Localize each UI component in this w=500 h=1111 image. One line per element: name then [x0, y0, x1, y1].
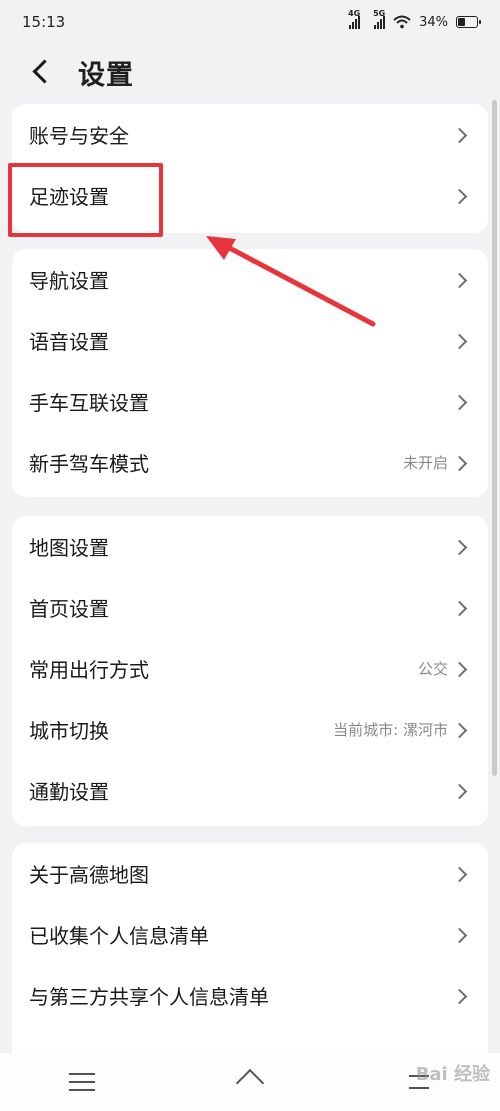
settings-group-about: 关于高德地图 已收集个人信息清单 与第三方共享个人信息清单 [12, 843, 488, 1073]
chevron-right-icon [454, 928, 468, 942]
settings-item-label: 新手驾车模式 [29, 452, 149, 476]
settings-item-label: 手车互联设置 [29, 391, 149, 415]
settings-item-voice[interactable]: 语音设置 [12, 310, 488, 371]
settings-item-navigation[interactable]: 导航设置 [12, 249, 488, 310]
settings-item-label: 已收集个人信息清单 [29, 924, 209, 948]
settings-item-label: 导航设置 [29, 269, 109, 293]
chevron-right-icon [454, 273, 468, 287]
menu-icon[interactable] [69, 1073, 96, 1091]
chevron-right-icon [454, 601, 468, 615]
settings-item-novice-driving[interactable]: 新手驾车模式 未开启 [12, 432, 488, 493]
signal-5g-icon: 5G [373, 9, 385, 29]
settings-group-map: 地图设置 首页设置 常用出行方式 公交 城市切换 当前城市: 漯河市 通勤设置 [12, 516, 488, 826]
chevron-right-icon [454, 456, 468, 470]
settings-item-label: 语音设置 [29, 330, 109, 354]
settings-item-about[interactable]: 关于高德地图 [12, 843, 488, 904]
wifi-icon [393, 15, 411, 29]
settings-item-map[interactable]: 地图设置 [12, 516, 488, 577]
settings-item-label: 首页设置 [29, 597, 109, 621]
watermark: Bai 经验 [415, 1064, 490, 1085]
settings-item-label: 通勤设置 [29, 780, 109, 804]
battery-icon [456, 16, 481, 28]
settings-item-travel-mode[interactable]: 常用出行方式 公交 [12, 638, 488, 699]
settings-item-car-link[interactable]: 手车互联设置 [12, 371, 488, 432]
settings-item-value: 公交 [417, 660, 448, 678]
battery-percent: 34% [419, 14, 448, 30]
settings-item-value: 未开启 [402, 454, 448, 472]
chevron-right-icon [454, 867, 468, 881]
settings-group-navigation: 导航设置 语音设置 手车互联设置 新手驾车模式 未开启 [12, 249, 488, 497]
settings-item-collected-info[interactable]: 已收集个人信息清单 [12, 904, 488, 965]
back-arrow-icon[interactable] [28, 58, 56, 86]
chevron-right-icon [454, 540, 468, 554]
chevron-right-icon [454, 189, 468, 203]
settings-item-commute[interactable]: 通勤设置 [12, 760, 488, 821]
network-type-label: 5G [373, 9, 386, 18]
highlight-box [8, 163, 163, 237]
settings-item-label: 城市切换 [29, 719, 109, 743]
settings-item-account-security[interactable]: 账号与安全 [12, 104, 488, 165]
status-time: 15:13 [22, 13, 66, 31]
settings-item-label: 关于高德地图 [29, 863, 149, 887]
network-type-label: 4G [348, 9, 361, 18]
settings-item-value: 当前城市: 漯河市 [333, 721, 448, 739]
home-icon[interactable] [234, 1069, 266, 1095]
chevron-right-icon [454, 395, 468, 409]
settings-item-label: 与第三方共享个人信息清单 [29, 985, 269, 1009]
chevron-right-icon [454, 662, 468, 676]
chevron-right-icon [454, 723, 468, 737]
chevron-right-icon [454, 784, 468, 798]
chevron-right-icon [454, 128, 468, 142]
chevron-right-icon [454, 334, 468, 348]
page-title: 设置 [78, 59, 134, 91]
scrollbar[interactable] [492, 100, 497, 776]
status-icons: 4G 5G 34% [348, 9, 481, 30]
settings-item-city-switch[interactable]: 城市切换 当前城市: 漯河市 [12, 699, 488, 760]
settings-item-label: 常用出行方式 [29, 658, 149, 682]
settings-item-label: 账号与安全 [29, 124, 129, 148]
settings-item-third-party-info[interactable]: 与第三方共享个人信息清单 [12, 965, 488, 1026]
status-bar: 15:13 4G 5G 34% [0, 0, 500, 44]
chevron-right-icon [454, 989, 468, 1003]
settings-item-label: 地图设置 [29, 536, 109, 560]
settings-item-homepage[interactable]: 首页设置 [12, 577, 488, 638]
page-header: 设置 [0, 44, 500, 100]
signal-4g-icon: 4G [348, 9, 360, 29]
